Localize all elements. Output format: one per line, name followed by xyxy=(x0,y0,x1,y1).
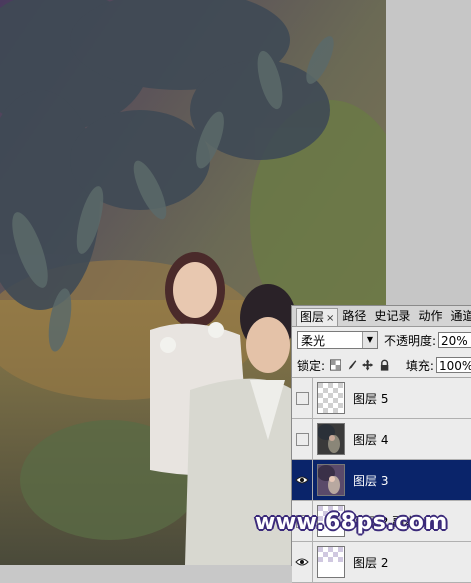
tab-channels[interactable]: 通道 xyxy=(446,307,471,326)
tab-actions-label: 动作 xyxy=(418,309,443,323)
layer-row[interactable]: 图层 5 xyxy=(292,378,471,419)
close-icon[interactable]: × xyxy=(326,313,334,324)
visibility-toggle[interactable] xyxy=(292,378,313,418)
layer-thumbnail xyxy=(317,423,345,455)
move-lock-icon[interactable] xyxy=(362,359,374,371)
canvas-surround xyxy=(386,0,471,305)
eye-icon xyxy=(295,476,309,484)
tab-history[interactable]: 史记录 xyxy=(370,307,414,326)
blend-mode-select[interactable]: 柔光 ▼ xyxy=(297,331,378,349)
layer-thumbnail xyxy=(317,464,345,496)
brush-lock-icon[interactable] xyxy=(346,359,357,371)
chevron-down-icon[interactable]: ▼ xyxy=(361,332,377,348)
lock-row: 锁定: 填充: 100% xyxy=(292,353,471,378)
layer-row[interactable]: 图层 2 xyxy=(292,542,471,583)
watermark: www.68ps.com xyxy=(255,510,448,535)
layer-thumbnail xyxy=(317,546,345,578)
tab-paths[interactable]: 路径 xyxy=(338,307,370,326)
eye-hidden-box xyxy=(295,432,309,446)
tab-channels-label: 通道 xyxy=(450,309,471,323)
padlock-icon[interactable] xyxy=(379,359,390,371)
layer-name: 图层 2 xyxy=(353,555,389,570)
tab-layers-label: 图层 xyxy=(300,310,325,324)
fill-input[interactable]: 100% xyxy=(435,357,471,373)
fill-label: 填充: xyxy=(405,358,434,373)
opacity-label: 不透明度: xyxy=(383,333,436,348)
layer-name: 图层 3 xyxy=(353,473,389,488)
opacity-input[interactable]: 20% xyxy=(438,332,471,348)
tab-actions[interactable]: 动作 xyxy=(414,307,446,326)
visibility-toggle[interactable] xyxy=(292,460,313,500)
eye-icon xyxy=(295,558,309,566)
tab-paths-label: 路径 xyxy=(342,309,367,323)
layer-row[interactable]: 图层 4 xyxy=(292,419,471,460)
eye-hidden-box xyxy=(295,391,309,405)
layer-row-selected[interactable]: 图层 3 xyxy=(292,460,471,501)
tab-layers[interactable]: 图层 × xyxy=(296,308,339,326)
layer-name: 图层 5 xyxy=(353,391,389,406)
layer-thumbnail xyxy=(317,382,345,414)
visibility-toggle[interactable] xyxy=(292,542,313,582)
layer-name: 图层 4 xyxy=(353,432,389,447)
blend-mode-value: 柔光 xyxy=(301,333,326,348)
blend-row: 柔光 ▼ 不透明度: 20% xyxy=(292,327,471,353)
panel-tabbar: 图层× 路径 史记录 动作 通道 xyxy=(292,306,471,327)
lock-label: 锁定: xyxy=(297,358,326,373)
tab-history-label: 史记录 xyxy=(374,309,411,323)
checkerboard-lock-icon[interactable] xyxy=(330,359,342,371)
visibility-toggle[interactable] xyxy=(292,419,313,459)
